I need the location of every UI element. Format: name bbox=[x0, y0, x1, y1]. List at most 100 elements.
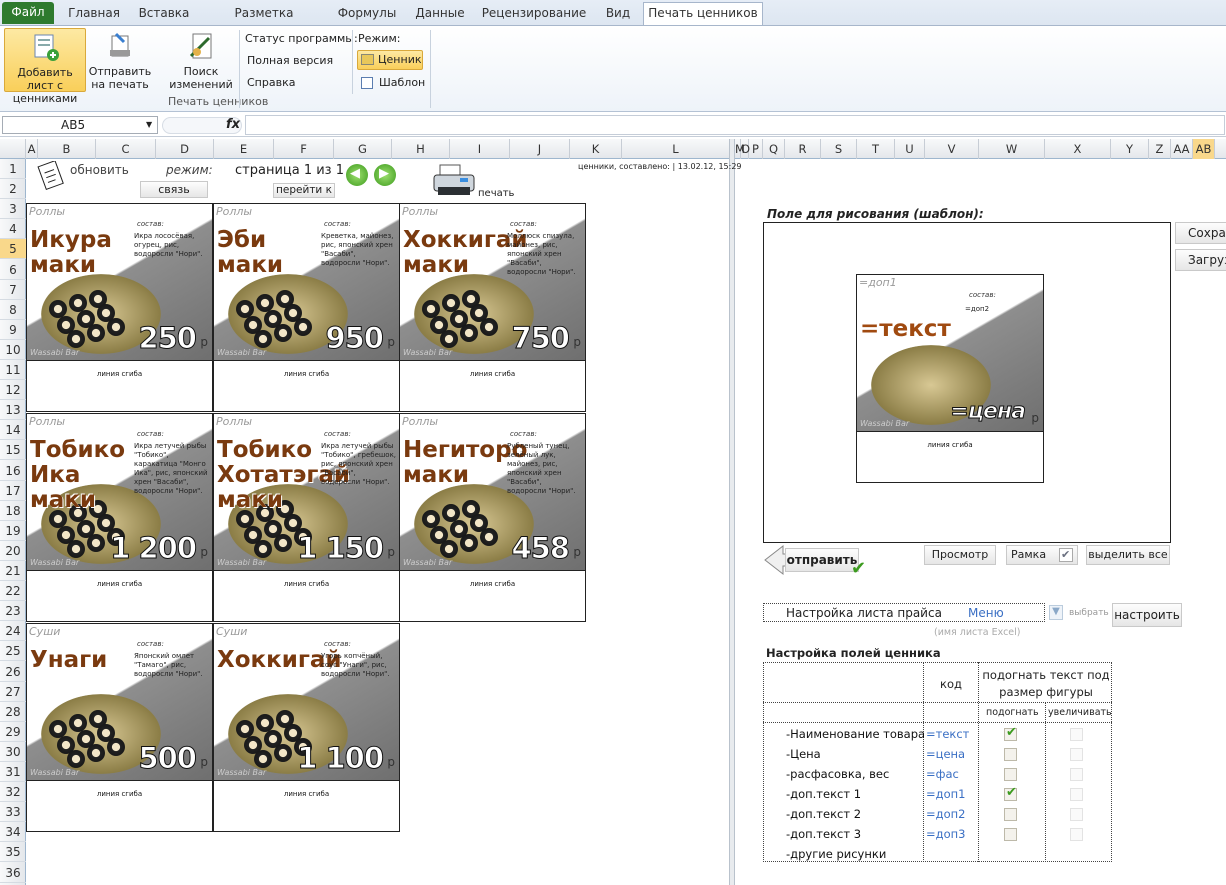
template-mode-button[interactable]: Шаблон bbox=[360, 76, 425, 89]
column-header[interactable]: R bbox=[785, 139, 821, 159]
add-sheet-button[interactable]: Добавить лист с ценниками bbox=[4, 28, 86, 105]
row-header[interactable]: 5 bbox=[0, 239, 26, 260]
tab-review[interactable]: Рецензирование bbox=[478, 4, 590, 26]
column-header[interactable]: AB bbox=[1193, 139, 1215, 159]
column-header[interactable]: K bbox=[570, 139, 622, 159]
function-icon[interactable]: fx bbox=[226, 117, 240, 132]
column-header[interactable]: X bbox=[1045, 139, 1111, 159]
row-header[interactable]: 29 bbox=[0, 722, 26, 742]
field-code[interactable]: =доп3 bbox=[926, 827, 965, 841]
price-tag-mode-button[interactable]: Ценник bbox=[357, 50, 423, 70]
row-header[interactable]: 12 bbox=[0, 380, 26, 401]
row-header[interactable]: 20 bbox=[0, 541, 26, 561]
fit-checkbox[interactable]: ✔ bbox=[1004, 725, 1017, 741]
row-header[interactable]: 9 bbox=[0, 320, 26, 340]
column-header[interactable]: H bbox=[392, 139, 450, 159]
field-code[interactable]: =фас bbox=[926, 767, 959, 781]
row-header[interactable]: 34 bbox=[0, 822, 26, 843]
column-header[interactable]: C bbox=[96, 139, 156, 159]
row-header[interactable]: 6 bbox=[0, 260, 26, 280]
goto-page-button[interactable]: перейти к bbox=[273, 183, 335, 198]
chevron-down-icon[interactable]: ▼ bbox=[146, 120, 152, 129]
select-all-button[interactable]: выделить все bbox=[1086, 545, 1170, 565]
row-header[interactable]: 18 bbox=[0, 501, 26, 521]
price-tag-card[interactable]: Роллы Эби маки состав: Креветка, майонез, р… bbox=[213, 203, 400, 412]
column-header[interactable]: A bbox=[26, 139, 38, 159]
column-header[interactable]: J bbox=[510, 139, 570, 159]
row-header[interactable]: 30 bbox=[0, 742, 26, 762]
send-button[interactable]: отправить ✔ bbox=[761, 544, 871, 579]
tab-data[interactable]: Данные bbox=[410, 4, 470, 26]
field-code[interactable]: =доп1 bbox=[926, 787, 965, 801]
fit-checkbox[interactable]: ✔ bbox=[1004, 785, 1017, 801]
enlarge-checkbox[interactable] bbox=[1070, 748, 1083, 761]
row-header[interactable]: 26 bbox=[0, 662, 26, 682]
row-header[interactable]: 1 bbox=[0, 159, 26, 179]
enlarge-checkbox[interactable] bbox=[1070, 788, 1083, 801]
window-split-bar[interactable] bbox=[729, 139, 735, 885]
template-price-tag[interactable]: =доп1 состав: =доп2 =текст =цена р Wassa… bbox=[856, 274, 1044, 483]
price-tag-card[interactable]: Роллы Негиторо маки состав: Рубленый тунец,… bbox=[399, 413, 586, 622]
column-header[interactable]: I bbox=[450, 139, 510, 159]
row-header[interactable]: 2 bbox=[0, 179, 26, 200]
row-header[interactable]: 27 bbox=[0, 682, 26, 702]
column-header[interactable]: P bbox=[749, 139, 763, 159]
tab-price-print[interactable]: Печать ценников bbox=[643, 2, 763, 25]
row-header[interactable]: 4 bbox=[0, 219, 26, 240]
enlarge-checkbox[interactable] bbox=[1070, 728, 1083, 741]
row-header[interactable]: 36 bbox=[0, 863, 26, 883]
column-header[interactable]: E bbox=[214, 139, 274, 159]
field-code[interactable]: =доп2 bbox=[926, 807, 965, 821]
tab-home[interactable]: Главная bbox=[62, 4, 126, 26]
drawing-canvas[interactable]: =доп1 состав: =доп2 =текст =цена р Wassa… bbox=[763, 222, 1171, 543]
name-box[interactable]: AB5 bbox=[2, 116, 158, 134]
fit-checkbox[interactable] bbox=[1004, 828, 1017, 841]
row-header[interactable]: 23 bbox=[0, 601, 26, 622]
configure-button[interactable]: настроить bbox=[1112, 603, 1182, 627]
row-header[interactable]: 10 bbox=[0, 340, 26, 360]
row-header[interactable]: 24 bbox=[0, 621, 26, 642]
printer-icon[interactable] bbox=[432, 163, 476, 199]
row-header[interactable]: 35 bbox=[0, 842, 26, 863]
column-header[interactable]: L bbox=[622, 139, 730, 159]
row-header[interactable]: 16 bbox=[0, 461, 26, 481]
row-header[interactable]: 21 bbox=[0, 561, 26, 581]
next-page-icon[interactable]: ▶ bbox=[374, 164, 396, 186]
price-tag-card[interactable]: Суши Хоккигай состав: Угорь копчёный, соус … bbox=[213, 623, 400, 832]
column-header[interactable]: O bbox=[741, 139, 750, 159]
tab-file[interactable]: Файл bbox=[2, 2, 54, 24]
column-header[interactable]: Z bbox=[1149, 139, 1171, 159]
refresh-icon[interactable] bbox=[36, 160, 66, 191]
tab-insert[interactable]: Вставка bbox=[132, 4, 196, 26]
column-header[interactable]: W bbox=[979, 139, 1045, 159]
select-all-corner[interactable] bbox=[0, 139, 26, 159]
price-tag-card[interactable]: Суши Унаги состав: Японский омлет "Тамаго",… bbox=[26, 623, 213, 832]
column-header[interactable]: V bbox=[925, 139, 979, 159]
row-header[interactable]: 19 bbox=[0, 521, 26, 541]
price-tag-card[interactable]: Роллы Тобико Ика маки состав: Икра летучей … bbox=[26, 413, 213, 622]
save-template-button[interactable]: Сохран bbox=[1175, 222, 1226, 244]
row-header[interactable]: 7 bbox=[0, 280, 26, 300]
field-code[interactable]: =текст bbox=[926, 727, 969, 741]
dropdown-arrow-icon[interactable]: ▼ bbox=[1049, 605, 1063, 620]
column-header[interactable]: B bbox=[38, 139, 96, 159]
column-header[interactable]: T bbox=[857, 139, 895, 159]
row-header[interactable]: 25 bbox=[0, 641, 26, 662]
frame-checkbox[interactable]: ✔ bbox=[1059, 548, 1073, 562]
mode-link-button[interactable]: связь bbox=[140, 181, 208, 198]
help-button[interactable]: Справка bbox=[247, 76, 295, 89]
sheet-select-input[interactable]: Меню bbox=[968, 606, 1004, 620]
column-header[interactable]: G bbox=[334, 139, 392, 159]
tab-page-layout[interactable]: Разметка страницы bbox=[202, 4, 326, 38]
fit-checkbox[interactable] bbox=[1004, 808, 1017, 821]
row-header[interactable]: 13 bbox=[0, 400, 26, 421]
column-header[interactable]: D bbox=[156, 139, 214, 159]
price-tag-card[interactable]: Роллы Икура маки состав: Икра лососёвая, ог… bbox=[26, 203, 213, 412]
field-code[interactable]: =цена bbox=[926, 747, 965, 761]
price-tag-card[interactable]: Роллы Тобико Хотатэгай маки состав: Икра ле… bbox=[213, 413, 400, 622]
enlarge-checkbox[interactable] bbox=[1070, 828, 1083, 841]
row-header[interactable]: 8 bbox=[0, 300, 26, 320]
tab-formulas[interactable]: Формулы bbox=[332, 4, 402, 26]
row-header[interactable]: 3 bbox=[0, 199, 26, 220]
column-header[interactable]: F bbox=[274, 139, 334, 159]
